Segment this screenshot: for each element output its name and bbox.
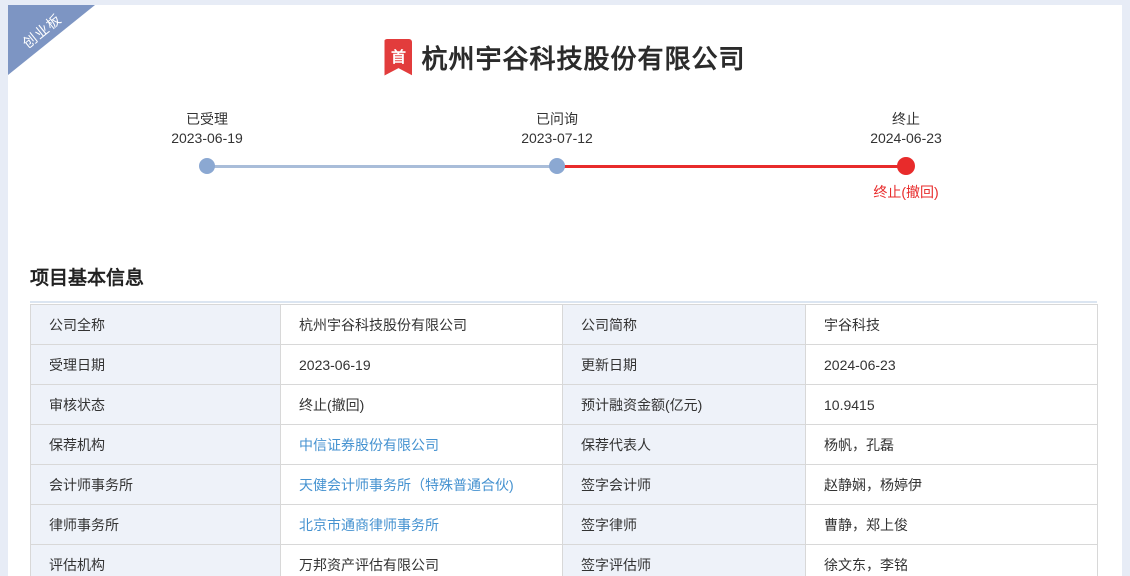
stage-dot-icon xyxy=(897,157,915,175)
field-value: 终止(撤回) xyxy=(280,384,563,425)
content-card: 创业板 首 杭州宇谷科技股份有限公司 已受理 2023-06-19 已问询 20… xyxy=(8,5,1122,576)
table-row: 会计师事务所 天健会计师事务所（特殊普通合伙) 签字会计师 赵静娴，杨婷伊 xyxy=(30,464,1098,505)
basic-info-table: 公司全称 杭州宇谷科技股份有限公司 公司简称 宇谷科技 受理日期 2023-06… xyxy=(30,304,1098,576)
field-label: 审核状态 xyxy=(30,384,281,425)
stage-label: 终止 xyxy=(892,111,920,127)
field-value: 2024-06-23 xyxy=(805,344,1098,385)
stage-label: 已问询 xyxy=(536,111,578,127)
field-value: 万邦资产评估有限公司 xyxy=(280,544,563,576)
field-label: 更新日期 xyxy=(562,344,806,385)
ipo-first-badge-icon: 首 xyxy=(384,38,413,76)
page-header: 首 杭州宇谷科技股份有限公司 xyxy=(8,5,1122,76)
stage-date: 2023-06-19 xyxy=(171,130,243,146)
field-value: 徐文东，李铭 xyxy=(805,544,1098,576)
review-status-timeline: 已受理 2023-06-19 已问询 2023-07-12 终止 2024-06… xyxy=(8,76,1122,216)
field-label: 受理日期 xyxy=(30,344,281,385)
field-label: 评估机构 xyxy=(30,544,281,576)
sponsor-link[interactable]: 中信证券股份有限公司 xyxy=(299,437,439,453)
field-label: 签字会计师 xyxy=(562,464,806,505)
field-value: 曹静，郑上俊 xyxy=(805,504,1098,545)
field-label: 会计师事务所 xyxy=(30,464,281,505)
stage-dot-icon xyxy=(199,158,215,174)
timeline-segment-inquired-terminated xyxy=(557,165,906,168)
field-value: 2023-06-19 xyxy=(280,344,563,385)
field-value: 杭州宇谷科技股份有限公司 xyxy=(280,304,563,345)
field-label: 公司简称 xyxy=(562,304,806,345)
table-row: 审核状态 终止(撤回) 预计融资金额(亿元) 10.9415 xyxy=(30,384,1098,425)
field-value: 宇谷科技 xyxy=(805,304,1098,345)
field-value: 杨帆，孔磊 xyxy=(805,424,1098,465)
table-row: 公司全称 杭州宇谷科技股份有限公司 公司简称 宇谷科技 xyxy=(30,304,1098,345)
field-label: 签字律师 xyxy=(562,504,806,545)
stage-date: 2024-06-23 xyxy=(870,130,942,146)
field-label: 签字评估师 xyxy=(562,544,806,576)
law-firm-link[interactable]: 北京市通商律师事务所 xyxy=(299,517,439,533)
company-title: 杭州宇谷科技股份有限公司 xyxy=(421,43,746,74)
timeline-segment-accepted-inquired xyxy=(207,165,557,168)
stage-dot-icon xyxy=(549,158,565,174)
field-label: 公司全称 xyxy=(30,304,281,345)
stage-label: 已受理 xyxy=(186,111,228,127)
table-row: 保荐机构 中信证券股份有限公司 保荐代表人 杨帆，孔磊 xyxy=(30,424,1098,465)
table-row: 律师事务所 北京市通商律师事务所 签字律师 曹静，郑上俊 xyxy=(30,504,1098,545)
accounting-firm-link[interactable]: 天健会计师事务所（特殊普通合伙) xyxy=(299,477,514,493)
field-value: 赵静娴，杨婷伊 xyxy=(805,464,1098,505)
field-value: 10.9415 xyxy=(805,384,1098,425)
field-label: 预计融资金额(亿元) xyxy=(562,384,806,425)
field-label: 律师事务所 xyxy=(30,504,281,545)
field-label: 保荐机构 xyxy=(30,424,281,465)
section-title-basic-info: 项目基本信息 xyxy=(30,263,1097,303)
stage-substatus: 终止(撤回) xyxy=(873,184,939,200)
stage-date: 2023-07-12 xyxy=(521,130,593,146)
field-label: 保荐代表人 xyxy=(562,424,806,465)
table-row: 受理日期 2023-06-19 更新日期 2024-06-23 xyxy=(30,344,1098,385)
table-row: 评估机构 万邦资产评估有限公司 签字评估师 徐文东，李铭 xyxy=(30,544,1098,576)
